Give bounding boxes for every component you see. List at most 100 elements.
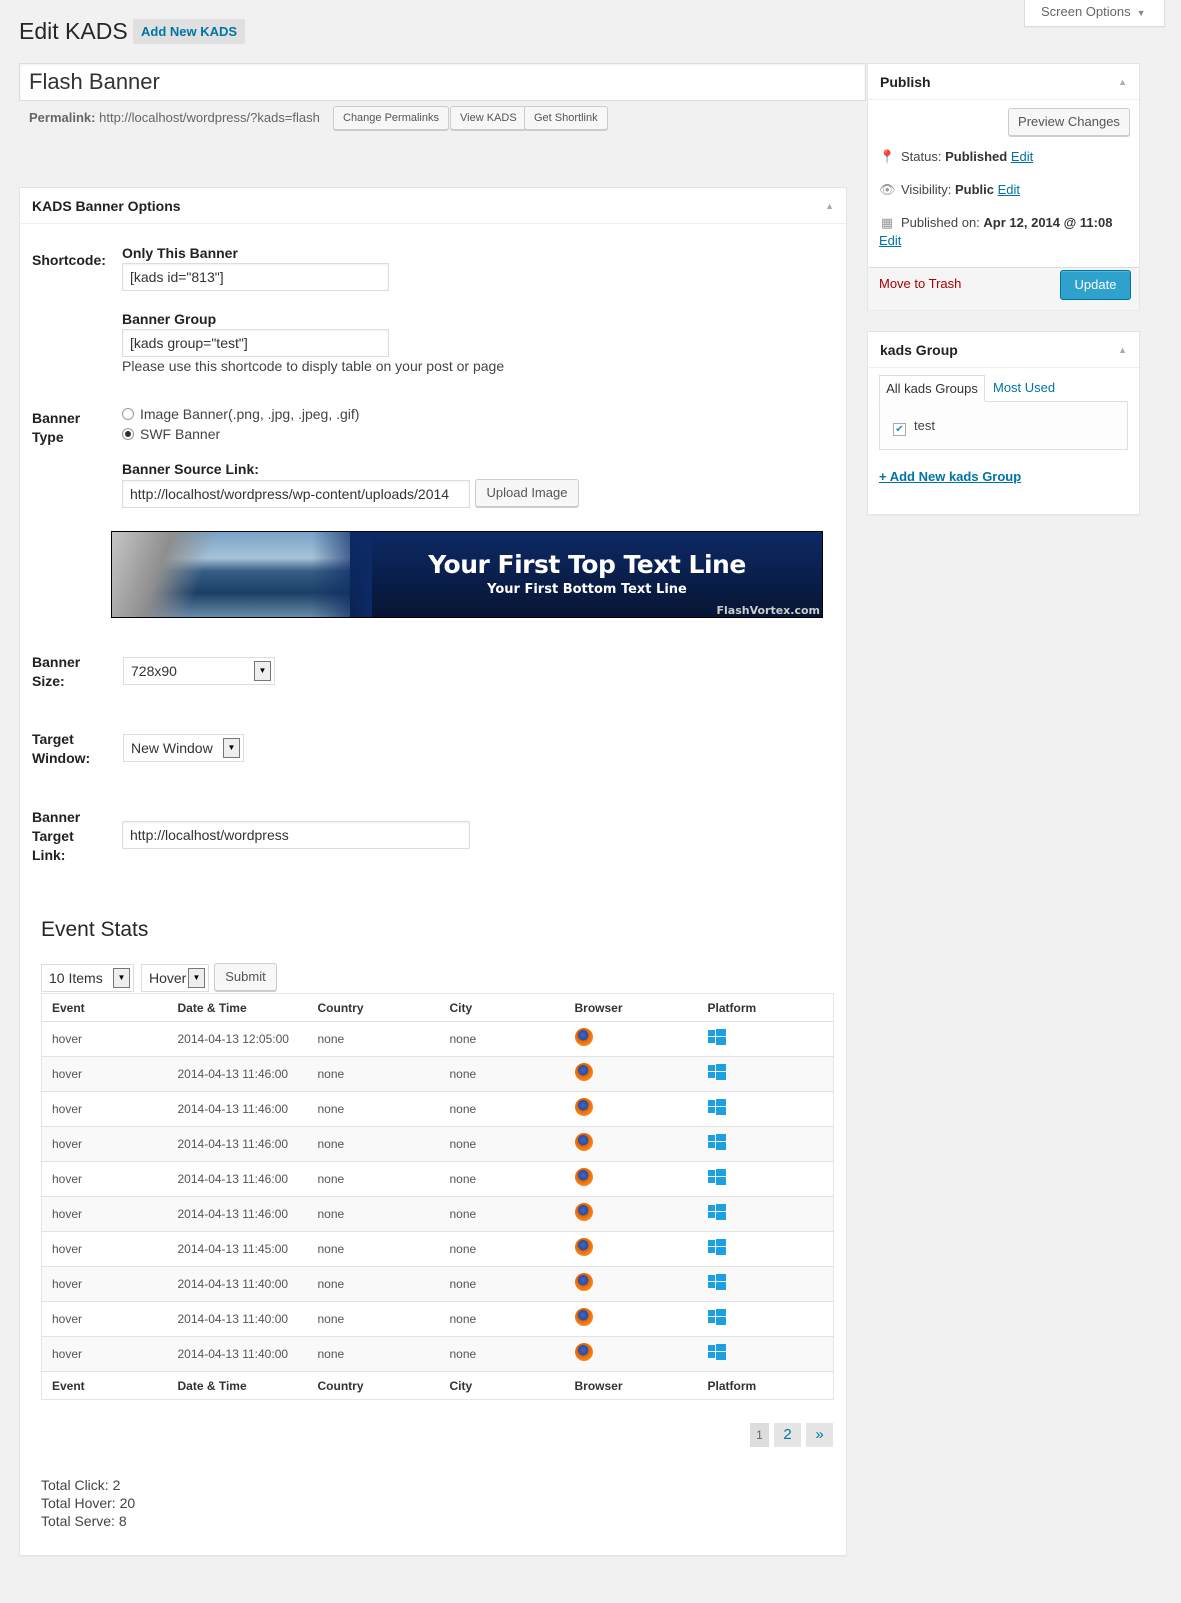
table-footer-row: Event Date & Time Country City Browser P…: [41, 1371, 834, 1400]
permalink-url[interactable]: http://localhost/wordpress/?kads=flash: [99, 110, 320, 125]
country-cell: none: [307, 1091, 440, 1127]
radio-button-selected[interactable]: [122, 428, 134, 440]
banner-size-label: Banner Size:: [32, 654, 81, 689]
add-new-button[interactable]: Add New KADS: [133, 19, 246, 44]
radio-swf-banner[interactable]: SWF Banner: [122, 425, 220, 443]
city-cell: none: [439, 1161, 565, 1197]
column-footer: Platform: [697, 1371, 834, 1400]
column-header: Browser: [564, 993, 698, 1022]
list-item[interactable]: ✔ test: [893, 418, 935, 436]
shortcode-label: Shortcode:: [32, 252, 106, 268]
tab-most-used[interactable]: Most Used: [993, 380, 1055, 395]
pin-icon: 📍: [879, 149, 896, 164]
datetime-cell: 2014-04-13 11:40:00: [167, 1336, 308, 1372]
target-window-select[interactable]: New Window ▼: [123, 734, 244, 762]
upload-image-button[interactable]: Upload Image: [475, 479, 579, 507]
update-button[interactable]: Update: [1060, 270, 1131, 300]
windows-icon: [707, 1273, 726, 1290]
city-cell: none: [439, 1056, 565, 1092]
banner-target-link-input[interactable]: http://localhost/wordpress: [122, 821, 470, 849]
banner-watermark: FlashVortex.com: [716, 604, 820, 617]
checkbox-checked[interactable]: ✔: [893, 423, 906, 436]
edit-date-link[interactable]: Edit: [879, 233, 901, 248]
preview-changes-button[interactable]: Preview Changes: [1008, 108, 1130, 136]
get-shortlink-button[interactable]: Get Shortlink: [524, 106, 608, 130]
published-date: Apr 12, 2014 @ 11:08: [983, 215, 1113, 230]
chevron-down-icon[interactable]: ▼: [254, 661, 271, 681]
datetime-cell: 2014-04-13 11:46:00: [167, 1126, 308, 1162]
chevron-down-icon[interactable]: ▼: [188, 968, 205, 988]
move-to-trash-link[interactable]: Move to Trash: [879, 276, 961, 291]
items-per-page-select[interactable]: 10 Items ▼: [41, 964, 134, 992]
browser-cell: [564, 1126, 698, 1162]
change-permalinks-button[interactable]: Change Permalinks: [333, 106, 449, 130]
post-title-input[interactable]: Flash Banner: [19, 63, 866, 101]
submit-button[interactable]: Submit: [214, 963, 277, 991]
browser-cell: [564, 1196, 698, 1232]
browser-cell: [564, 1231, 698, 1267]
table-row: hover 2014-04-13 12:05:00 none none: [41, 1021, 834, 1057]
add-new-group-link[interactable]: + Add New kads Group: [879, 469, 1021, 484]
screen-options-button[interactable]: Screen Options ▼: [1024, 0, 1165, 27]
column-header: Platform: [697, 993, 834, 1022]
visibility-value: Public: [954, 182, 994, 197]
windows-icon: [707, 1238, 726, 1255]
windows-icon: [707, 1203, 726, 1220]
collapse-icon[interactable]: ▲: [1118, 332, 1127, 368]
chevron-down-icon[interactable]: ▼: [113, 968, 130, 988]
banner-bottom-line: Your First Bottom Text Line: [487, 582, 687, 597]
table-row: hover 2014-04-13 11:46:00 none none: [41, 1196, 834, 1232]
banner-group-label: Banner Group: [122, 311, 217, 327]
collapse-icon[interactable]: ▲: [1118, 64, 1127, 100]
datetime-cell: 2014-04-13 11:46:00: [167, 1196, 308, 1232]
shortcode-banner-input[interactable]: [kads id="813"]: [122, 263, 389, 291]
firefox-icon: [574, 1237, 593, 1256]
table-row: hover 2014-04-13 11:40:00 none none: [41, 1301, 834, 1337]
platform-cell: [697, 1196, 834, 1232]
firefox-icon: [574, 1027, 593, 1046]
pagination-next[interactable]: »: [806, 1423, 833, 1447]
kads-group-header[interactable]: kads Group ▲: [868, 332, 1139, 368]
tab-all-kads-groups[interactable]: All kads Groups: [879, 375, 985, 402]
collapse-icon[interactable]: ▲: [825, 188, 834, 224]
windows-icon: [707, 1133, 726, 1150]
table-row: hover 2014-04-13 11:46:00 none none: [41, 1126, 834, 1162]
table-row: hover 2014-04-13 11:46:00 none none: [41, 1091, 834, 1127]
event-cell: hover: [41, 1126, 168, 1162]
shortcode-group-input[interactable]: [kads group="test"]: [122, 329, 389, 357]
firefox-icon: [574, 1272, 593, 1291]
platform-cell: [697, 1126, 834, 1162]
publish-header[interactable]: Publish ▲: [868, 64, 1139, 100]
permalink: Permalink: http://localhost/wordpress/?k…: [29, 107, 320, 129]
radio-image-banner[interactable]: Image Banner(.png, .jpg, .jpeg, .gif): [122, 405, 359, 423]
event-type-select[interactable]: Hover ▼: [141, 964, 209, 992]
view-kads-button[interactable]: View KADS: [450, 106, 527, 130]
radio-button[interactable]: [122, 408, 134, 420]
platform-cell: [697, 1021, 834, 1057]
column-footer: Browser: [564, 1371, 698, 1400]
edit-status-link[interactable]: Edit: [1011, 149, 1033, 164]
event-stats-title: Event Stats: [41, 918, 149, 941]
country-cell: none: [307, 1196, 440, 1232]
banner-source-input[interactable]: http://localhost/wordpress/wp-content/up…: [122, 480, 470, 508]
firefox-icon: [574, 1342, 593, 1361]
table-row: hover 2014-04-13 11:46:00 none none: [41, 1161, 834, 1197]
platform-cell: [697, 1091, 834, 1127]
firefox-icon: [574, 1132, 593, 1151]
chevron-down-icon[interactable]: ▼: [223, 738, 240, 758]
pagination-current: 1: [750, 1423, 769, 1447]
platform-cell: [697, 1336, 834, 1372]
datetime-cell: 2014-04-13 11:45:00: [167, 1231, 308, 1267]
event-cell: hover: [41, 1266, 168, 1302]
edit-visibility-link[interactable]: Edit: [998, 182, 1020, 197]
column-footer: Event: [41, 1371, 168, 1400]
firefox-icon: [574, 1202, 593, 1221]
column-header: City: [439, 993, 565, 1022]
platform-cell: [697, 1056, 834, 1092]
browser-cell: [564, 1301, 698, 1337]
pagination-page-2[interactable]: 2: [774, 1423, 801, 1447]
total-hover: Total Hover: 20: [41, 1495, 136, 1511]
banner-size-select[interactable]: 728x90 ▼: [123, 657, 275, 685]
firefox-icon: [574, 1307, 593, 1326]
banner-options-header[interactable]: KADS Banner Options ▲: [20, 188, 846, 224]
